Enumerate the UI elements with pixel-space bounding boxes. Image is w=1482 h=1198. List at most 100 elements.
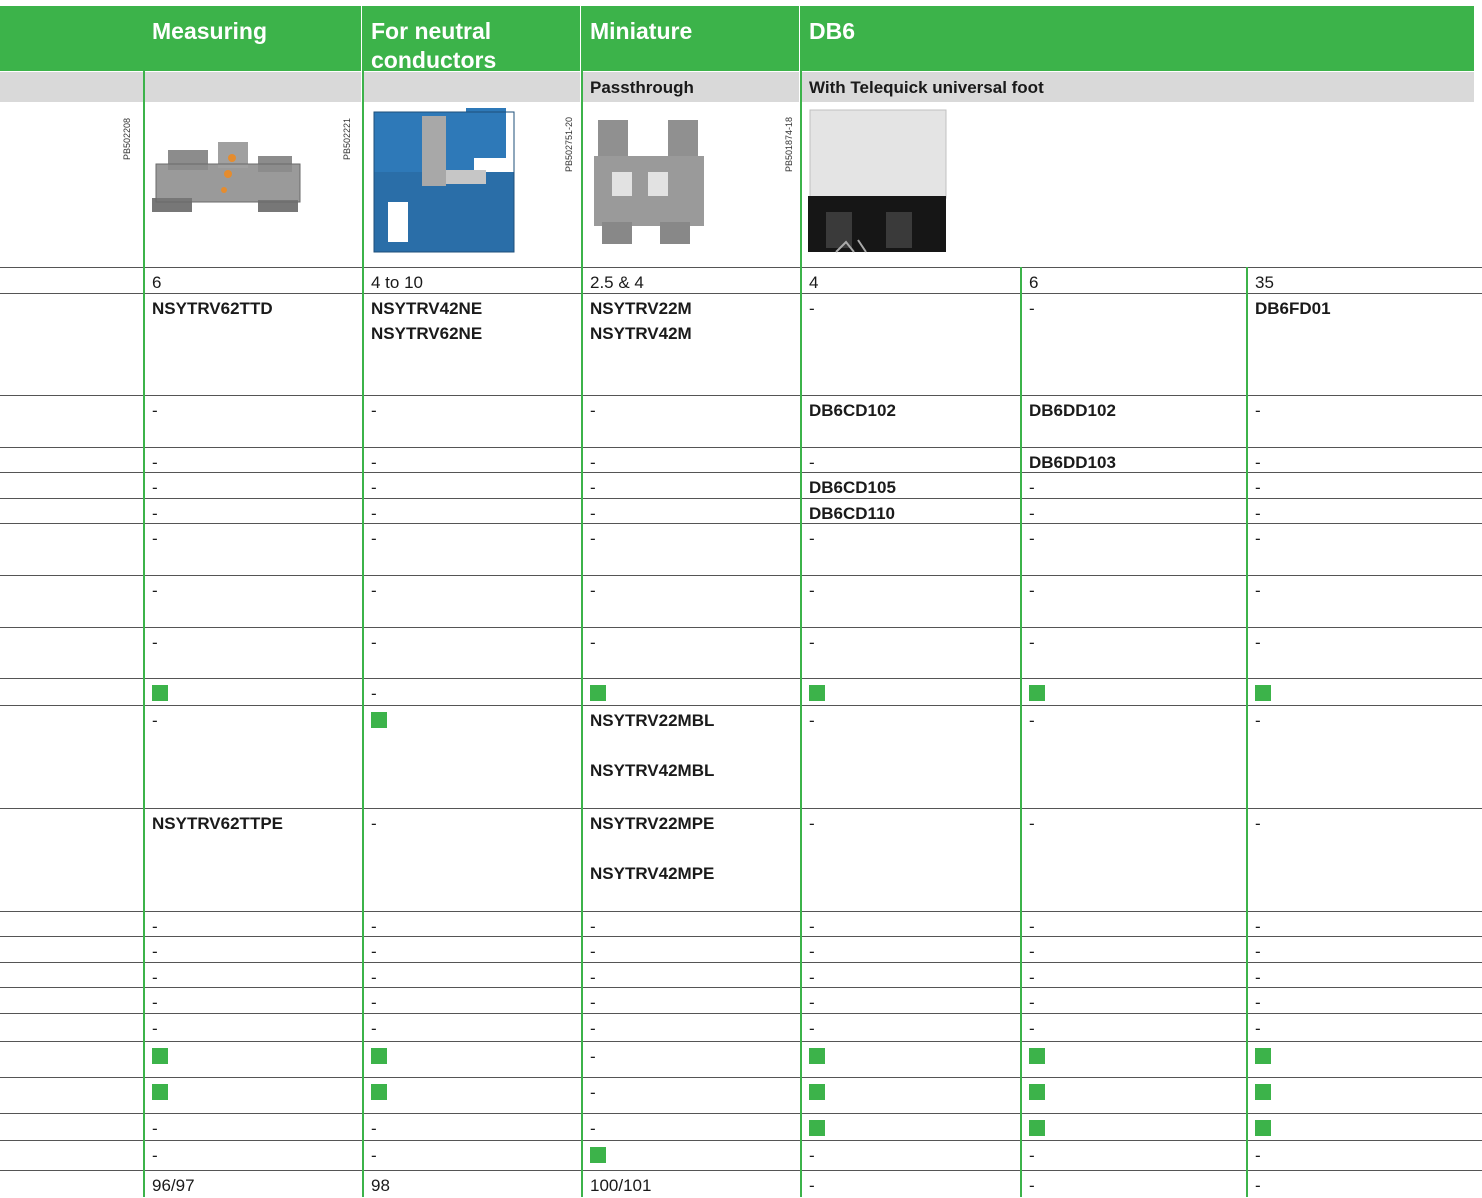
column-separator bbox=[1020, 267, 1022, 1197]
table-cell: - bbox=[371, 581, 377, 600]
table-cell: 6 bbox=[152, 273, 162, 292]
table-cell: - bbox=[590, 581, 596, 600]
table-cell: - bbox=[1029, 942, 1035, 961]
table-cell bbox=[364, 1078, 581, 1114]
table-cell: - bbox=[1029, 529, 1035, 548]
table-cell: - bbox=[152, 1019, 158, 1038]
header-db6: DB6 bbox=[802, 6, 1474, 71]
row-label bbox=[0, 1042, 143, 1078]
column-separator bbox=[800, 6, 802, 1197]
table-cell: - bbox=[809, 633, 815, 652]
table-cell: - bbox=[1255, 633, 1261, 652]
db6-terminal-image bbox=[808, 109, 947, 253]
product-table-page: Measuring For neutral conductors Miniatu… bbox=[0, 0, 1482, 1197]
table-cell: - bbox=[1029, 993, 1035, 1012]
table-row: ------ bbox=[0, 987, 1482, 1014]
table-row: - - - DB6CD105 - - bbox=[0, 472, 1482, 499]
table-cell: - bbox=[152, 1119, 158, 1138]
table-cell bbox=[1248, 1114, 1482, 1141]
availability-square-icon bbox=[152, 1048, 168, 1064]
table-cell bbox=[1248, 1078, 1482, 1114]
availability-square-icon bbox=[371, 712, 387, 728]
table-cell: 2.5 & 4 bbox=[590, 273, 644, 292]
table-cell: - bbox=[809, 299, 815, 318]
table-cell: DB6FD01 bbox=[1255, 299, 1331, 318]
table-row: ------ bbox=[0, 936, 1482, 963]
table-cell: - bbox=[1029, 1176, 1035, 1195]
table-cell bbox=[802, 679, 1020, 706]
row-label bbox=[0, 809, 143, 912]
row-label bbox=[0, 706, 143, 809]
table-cell bbox=[145, 679, 362, 706]
row-label bbox=[0, 628, 143, 679]
table-row: - - - DB6CD110 - - bbox=[0, 498, 1482, 524]
table-row: - - - - DB6DD103 - bbox=[0, 447, 1482, 473]
row-label bbox=[0, 294, 143, 396]
table-cell: NSYTRV22MBL NSYTRV42MBL bbox=[590, 711, 715, 780]
table-cell: - bbox=[152, 993, 158, 1012]
row-label bbox=[0, 499, 143, 524]
table-row: ------ bbox=[0, 911, 1482, 937]
availability-square-icon bbox=[152, 685, 168, 701]
table-cell bbox=[145, 1078, 362, 1114]
availability-square-icon bbox=[371, 1084, 387, 1100]
table-cell: - bbox=[152, 504, 158, 523]
availability-square-icon bbox=[809, 685, 825, 701]
table-cell: - bbox=[590, 1019, 596, 1038]
table-cell: - bbox=[371, 401, 377, 420]
table-cell: - bbox=[371, 504, 377, 523]
table-cell: - bbox=[590, 504, 596, 523]
row-label bbox=[0, 1141, 143, 1171]
table-row: - bbox=[0, 1041, 1482, 1078]
table-cell: - bbox=[1029, 711, 1035, 730]
table-cell: - bbox=[809, 581, 815, 600]
table-cell: - bbox=[152, 453, 158, 472]
table-cell: - bbox=[152, 1146, 158, 1165]
availability-square-icon bbox=[1255, 1120, 1271, 1136]
table-cell: - bbox=[371, 684, 377, 703]
table-cell: - bbox=[371, 917, 377, 936]
availability-square-icon bbox=[1255, 1048, 1271, 1064]
table-row: - bbox=[0, 1077, 1482, 1114]
table-cell: - bbox=[371, 453, 377, 472]
table-cell: 6 bbox=[1029, 273, 1039, 292]
table-cell bbox=[364, 1042, 581, 1078]
table-cell: - bbox=[1029, 581, 1035, 600]
subheader-neutral bbox=[364, 72, 580, 102]
table-cell bbox=[1022, 1042, 1246, 1078]
table-cell: - bbox=[152, 401, 158, 420]
availability-square-icon bbox=[1029, 1048, 1045, 1064]
table-cell: - bbox=[590, 453, 596, 472]
subheader-blank bbox=[0, 72, 143, 102]
table-cell: - bbox=[590, 1047, 596, 1066]
miniature-terminal-image bbox=[594, 120, 704, 244]
header-neutral-conductors: For neutral conductors bbox=[364, 6, 580, 73]
availability-square-icon bbox=[590, 1147, 606, 1163]
table-row: NSYTRV62TTD NSYTRV42NE NSYTRV62NE NSYTRV22… bbox=[0, 293, 1482, 396]
row-label bbox=[0, 396, 143, 448]
table-cell: - bbox=[1029, 1019, 1035, 1038]
table-cell: NSYTRV62TTPE bbox=[152, 814, 284, 833]
column-separator bbox=[143, 6, 145, 1197]
table-cell: - bbox=[809, 529, 815, 548]
table-row: ------ bbox=[0, 627, 1482, 679]
table-cell: - bbox=[1255, 529, 1261, 548]
table-cell: - bbox=[1255, 581, 1261, 600]
column-separator bbox=[362, 6, 364, 1197]
table-cell: 4 to 10 bbox=[371, 273, 423, 292]
subheader-passthrough: Passthrough bbox=[583, 72, 799, 102]
table-cell: - bbox=[1029, 814, 1035, 833]
availability-square-icon bbox=[809, 1120, 825, 1136]
table-cell: - bbox=[590, 529, 596, 548]
table-cell: - bbox=[152, 968, 158, 987]
availability-square-icon bbox=[1029, 1120, 1045, 1136]
table-cell: - bbox=[152, 942, 158, 961]
row-label bbox=[0, 963, 143, 988]
table-row: 96/97 98 100/101 - - - bbox=[0, 1170, 1482, 1198]
table-cell: - bbox=[590, 942, 596, 961]
table-cell: - bbox=[1255, 1146, 1261, 1165]
table-cell bbox=[583, 1141, 800, 1171]
table-cell: - bbox=[371, 478, 377, 497]
row-label bbox=[0, 524, 143, 576]
header-blank bbox=[0, 6, 143, 71]
